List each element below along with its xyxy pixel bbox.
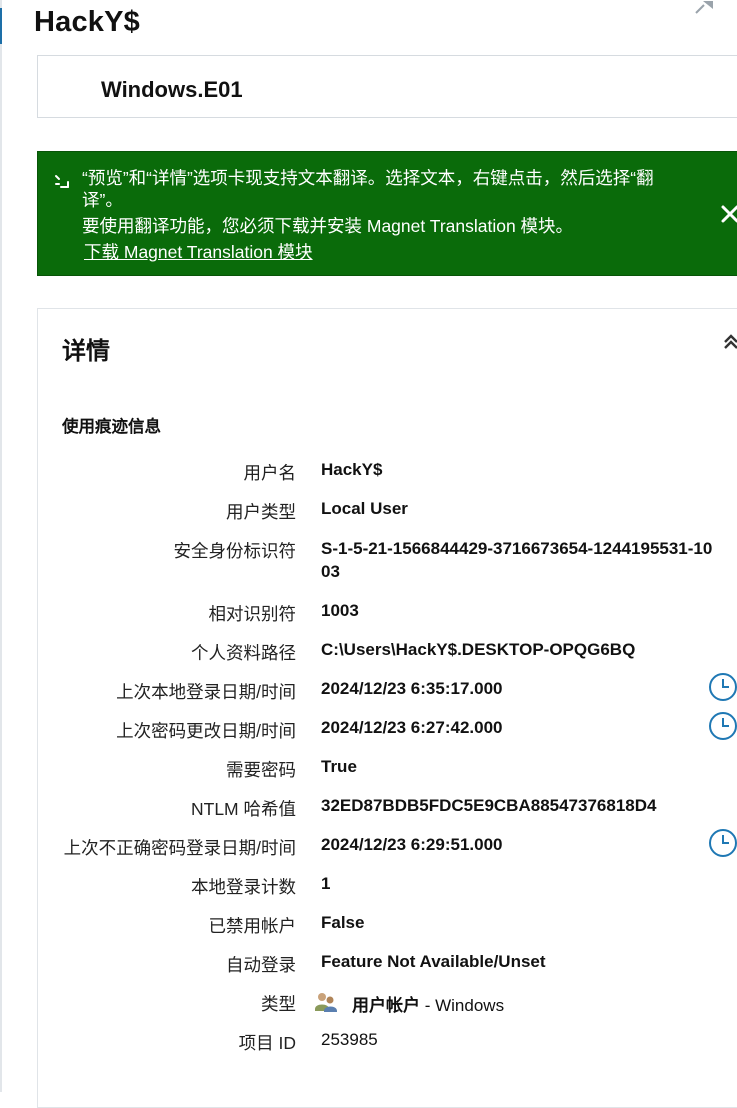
details-heading: 详情 [62, 338, 110, 365]
row-label: 上次本地登录日期/时间 [116, 682, 296, 702]
loading-icon [55, 175, 69, 188]
clock-icon[interactable] [708, 672, 737, 702]
detail-row-type: 类型 用户帐户 - Windows [38, 991, 737, 1017]
row-label: 本地登录计数 [191, 877, 296, 897]
detail-row-login-count: 本地登录计数 1 [38, 874, 737, 900]
evidence-source-card: Windows.E01 [37, 55, 737, 118]
left-edge-divider [0, 0, 2, 1092]
row-label: 安全身份标识符 [173, 541, 297, 561]
detail-row-last-login: 上次本地登录日期/时间 2024/12/23 6:35:17.000 [38, 673, 737, 705]
row-value: 32ED87BDB5FDC5E9CBA88547376818D4 [321, 796, 657, 815]
row-label: 需要密码 [226, 760, 296, 780]
detail-row-ntlm-hash: NTLM 哈希值 32ED87BDB5FDC5E9CBA88547376818D… [38, 796, 737, 822]
banner-instruction: 要使用翻译功能，您必须下载并安装 Magnet Translation 模块。 [82, 216, 574, 236]
banner-message: “预览”和“详情”选项卡现支持文本翻译。选择文本，右键点击，然后选择“翻译”。 [82, 168, 654, 210]
detail-row-last-bad-password: 上次不正确密码登录日期/时间 2024/12/23 6:29:51.000 [38, 829, 737, 861]
row-label: 项目 ID [238, 1033, 296, 1053]
detail-row-sid: 安全身份标识符 S-1-5-21-1566844429-3716673654-1… [38, 538, 737, 588]
row-label: 相对识别符 [208, 604, 297, 624]
row-value: Local User [321, 499, 408, 518]
row-label: 个人资料路径 [191, 643, 296, 663]
type-suffix: - Windows [420, 996, 505, 1015]
row-label: 用户名 [243, 463, 297, 483]
row-label: 已禁用帐户 [208, 916, 297, 936]
user-account-icon [315, 993, 337, 1012]
detail-row-username: 用户名 HackY$ [38, 460, 737, 486]
row-value: S-1-5-21-1566844429-3716673654-124419553… [321, 539, 713, 581]
detail-row-item-id: 项目 ID 253985 [38, 1030, 737, 1056]
row-value: True [321, 757, 357, 776]
details-panel: 详情 使用痕迹信息 用户名 HackY$ 用户类型 Local User 安全身… [37, 308, 737, 1108]
row-value: Feature Not Available/Unset [321, 952, 546, 971]
clock-icon[interactable] [708, 828, 737, 858]
chevron-up-double-icon[interactable] [722, 333, 737, 351]
row-value: 2024/12/23 6:29:51.000 [321, 835, 503, 854]
detail-row-user-type: 用户类型 Local User [38, 499, 737, 525]
download-translation-link[interactable]: 下载 Magnet Translation 模块 [84, 241, 313, 263]
close-icon[interactable] [718, 202, 737, 226]
type-value: 用户帐户 [352, 996, 420, 1015]
detail-row-password-changed: 上次密码更改日期/时间 2024/12/23 6:27:42.000 [38, 712, 737, 744]
section-title: 使用痕迹信息 [62, 418, 161, 436]
page-title: HackY$ [34, 6, 140, 38]
row-value: 1003 [321, 601, 359, 620]
row-value: HackY$ [321, 460, 383, 479]
row-value: 1 [321, 874, 331, 893]
evidence-source-name: Windows.E01 [101, 77, 243, 102]
row-label: 上次密码更改日期/时间 [116, 721, 296, 741]
row-value: 2024/12/23 6:27:42.000 [321, 718, 503, 737]
row-value: 2024/12/23 6:35:17.000 [321, 679, 503, 698]
row-label: 上次不正确密码登录日期/时间 [63, 838, 296, 858]
detail-row-password-required: 需要密码 True [38, 757, 737, 783]
row-value: C:\Users\HackY$.DESKTOP-OPQG6BQ [321, 640, 636, 659]
detail-row-auto-login: 自动登录 Feature Not Available/Unset [38, 952, 737, 978]
pin-icon[interactable] [694, 0, 716, 14]
row-label: 自动登录 [226, 955, 296, 975]
row-label: NTLM 哈希值 [191, 799, 296, 819]
row-label: 类型 [261, 994, 296, 1014]
row-value: False [321, 913, 365, 932]
translation-notice-banner: “预览”和“详情”选项卡现支持文本翻译。选择文本，右键点击，然后选择“翻译”。 … [37, 151, 737, 276]
detail-row-rid: 相对识别符 1003 [38, 601, 737, 627]
clock-icon[interactable] [708, 711, 737, 741]
detail-row-profile-path: 个人资料路径 C:\Users\HackY$.DESKTOP-OPQG6BQ [38, 640, 737, 666]
row-label: 用户类型 [226, 502, 296, 522]
detail-row-disabled: 已禁用帐户 False [38, 913, 737, 939]
selection-accent-bar [0, 8, 2, 44]
row-value: 用户帐户 - Windows [352, 991, 504, 1016]
row-value: 253985 [321, 1030, 378, 1049]
